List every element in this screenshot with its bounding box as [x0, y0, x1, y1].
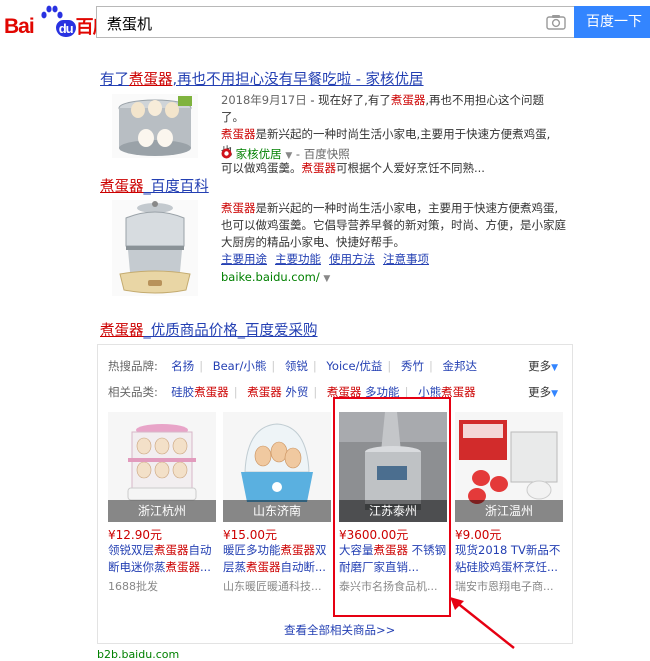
product-name[interactable]: 领锐双层煮蛋器自动断电迷你蒸煮蛋器... — [108, 542, 218, 576]
view-all-products-link[interactable]: 查看全部相关商品>> — [284, 622, 395, 638]
product-location: 浙江温州 — [455, 500, 563, 522]
product-name[interactable]: 暖匠多功能煮蛋器双层蒸煮蛋器自动断... — [223, 542, 333, 576]
sublink-method[interactable]: 使用方法 — [329, 252, 375, 266]
more-categories-button[interactable]: 更多▼ — [528, 384, 558, 400]
result-abstract-1: 2018年9月17日 - 现在好了,有了煮蛋器,再也不用担心这个问题了。 煮蛋器… — [221, 93, 551, 175]
brand-link[interactable]: 秀竹 — [401, 359, 424, 373]
brand-link[interactable]: 金邦达 — [442, 359, 477, 373]
product-price: ¥15.00元 — [223, 528, 277, 542]
search-box[interactable] — [96, 6, 574, 38]
sublink-usage[interactable]: 主要用途 — [221, 252, 267, 266]
top-bar: Baidu百度 百度一下 — [0, 0, 650, 46]
brand-link[interactable]: 领锐 — [285, 359, 308, 373]
product-location: 浙江杭州 — [108, 500, 216, 522]
caret-down-icon: ▼ — [551, 389, 558, 399]
product-image[interactable]: 浙江杭州 — [108, 412, 216, 522]
product-card[interactable]: 浙江温州 ¥9.00元 现货2018 TV新品不粘硅胶鸡蛋杯烹饪... 瑞安市恩… — [455, 412, 565, 594]
brand-link[interactable]: Yoice/优益 — [326, 359, 382, 373]
result-url-2[interactable]: baike.baidu.com/ ▼ — [221, 270, 330, 284]
result-abstract-2: 煮蛋器是新兴起的一种时尚生活小家电，主要用于快速方便煮鸡蛋, 也可以做鸡蛋羹。它… — [221, 201, 566, 268]
sublinks: 主要用途 主要功能 使用方法 注意事项 — [221, 251, 566, 268]
product-shop[interactable]: 瑞安市恩翔电子商... — [455, 578, 565, 594]
product-card[interactable]: 浙江杭州 ¥12.90元 领锐双层煮蛋器自动断电迷你蒸煮蛋器... 1688批发 — [108, 412, 218, 594]
camera-icon[interactable] — [546, 14, 566, 30]
product-shop[interactable]: 1688批发 — [108, 578, 218, 594]
category-link[interactable]: 硅胶煮蛋器 — [171, 385, 229, 399]
site-favicon-icon — [221, 148, 232, 159]
dropdown-arrow-icon[interactable]: ▼ — [323, 274, 330, 284]
product-name[interactable]: 现货2018 TV新品不粘硅胶鸡蛋杯烹饪... — [455, 542, 565, 576]
result-thumbnail-1[interactable] — [112, 94, 198, 158]
product-price: ¥9.00元 — [455, 528, 502, 542]
more-brands-button[interactable]: 更多▼ — [528, 358, 558, 374]
dropdown-arrow-icon[interactable]: ▼ — [285, 151, 292, 161]
result-source-1[interactable]: 家核优居 ▼ - 百度快照 — [221, 146, 350, 162]
sublink-function[interactable]: 主要功能 — [275, 252, 321, 266]
category-link[interactable]: 煮蛋器 外贸 — [247, 385, 308, 399]
hot-brands-row: 热搜品牌: 名扬 | Bear/小熊 | 领锐 | Yoice/优益 | 秀竹 | 金邦达 — [108, 359, 477, 373]
search-input[interactable] — [105, 12, 529, 34]
brand-link[interactable]: 名扬 — [171, 359, 194, 373]
sublink-notice[interactable]: 注意事项 — [383, 252, 429, 266]
product-price: ¥12.90元 — [108, 528, 162, 542]
annotation-arrow-icon — [450, 597, 515, 649]
caret-down-icon: ▼ — [551, 363, 558, 373]
product-image[interactable]: 浙江温州 — [455, 412, 563, 522]
product-image[interactable]: 山东济南 — [223, 412, 331, 522]
baidu-logo[interactable]: Bai du 百度 — [4, 5, 111, 40]
brand-link[interactable]: Bear/小熊 — [213, 359, 267, 373]
shopping-title[interactable]: 煮蛋器_优质商品价格_百度爱采购 — [100, 319, 318, 340]
search-button[interactable]: 百度一下 — [574, 6, 650, 38]
result-title-2[interactable]: 煮蛋器_百度百科 — [100, 175, 209, 196]
result-title-1[interactable]: 有了煮蛋器,再也不用担心没有早餐吃啦 - 家核优居 — [100, 68, 424, 89]
snapshot-link[interactable]: - 百度快照 — [296, 147, 350, 161]
product-card[interactable]: 山东济南 ¥15.00元 暖匠多功能煮蛋器双层蒸煮蛋器自动断... 山东暖匠暖通… — [223, 412, 333, 594]
paw-icon — [41, 5, 63, 19]
highlight-box — [333, 397, 451, 617]
bottom-url[interactable]: b2b.baidu.com — [97, 648, 179, 661]
product-location: 山东济南 — [223, 500, 331, 522]
result-thumbnail-2[interactable] — [112, 200, 198, 296]
product-shop[interactable]: 山东暖匠暖通科技... — [223, 578, 333, 594]
